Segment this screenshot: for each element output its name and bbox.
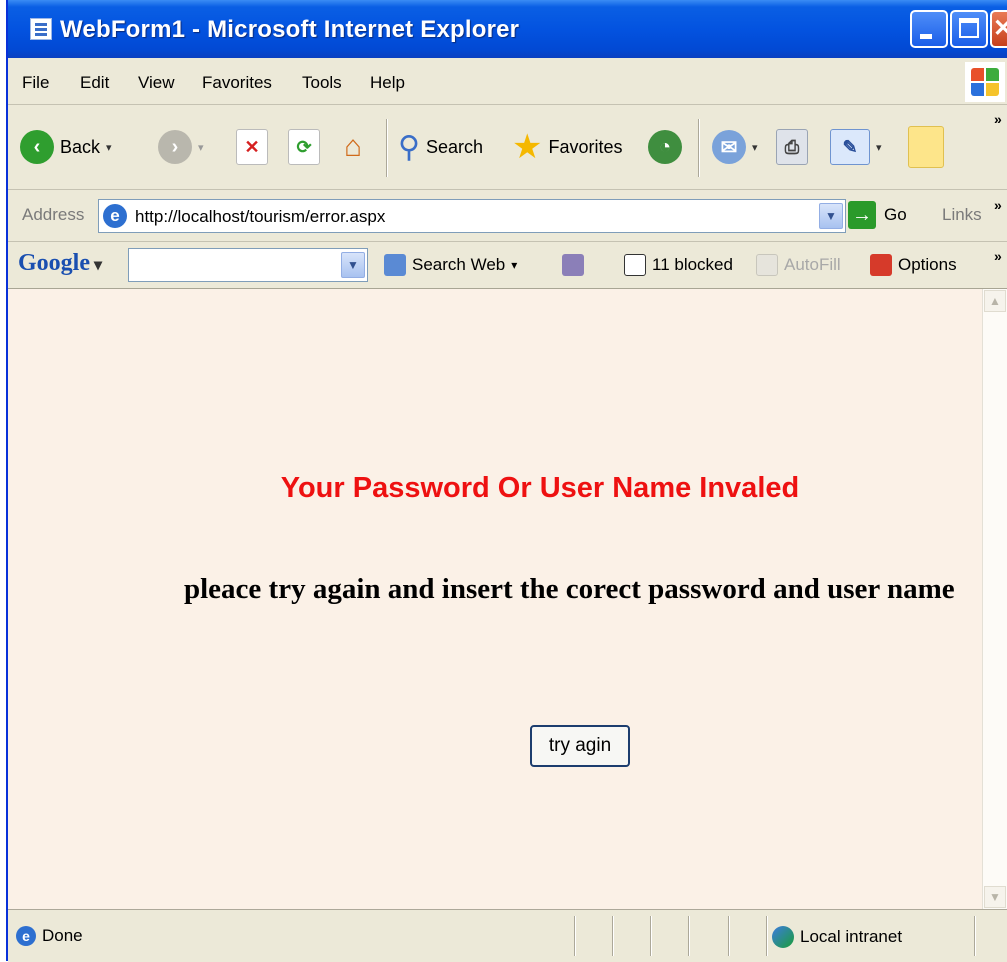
favorites-button[interactable]: ★ Favorites xyxy=(512,105,623,189)
history-button[interactable]: ◔ xyxy=(648,105,682,189)
autofill-icon xyxy=(756,254,778,276)
chevron-down-icon[interactable]: ▾ xyxy=(752,141,758,154)
links-button[interactable]: Links xyxy=(942,205,982,225)
mail-icon: ✉ xyxy=(712,130,746,164)
address-dropdown-button[interactable]: ▼ xyxy=(819,203,843,229)
status-text-area: e Done xyxy=(16,926,83,946)
links-overflow-icon[interactable]: » xyxy=(994,197,1002,213)
title-bar[interactable]: WebForm1 - Microsoft Internet Explorer xyxy=(8,0,1007,58)
menu-favorites[interactable]: Favorites xyxy=(202,73,272,93)
history-icon: ◔ xyxy=(648,130,682,164)
search-web-icon xyxy=(384,254,406,276)
stop-button[interactable]: ✕ xyxy=(236,105,268,189)
menu-tools[interactable]: Tools xyxy=(302,73,342,93)
ie-status-icon: e xyxy=(16,926,36,946)
error-title: Your Password Or User Name Invaled xyxy=(280,472,800,504)
refresh-button[interactable]: ⟳ xyxy=(288,105,320,189)
go-arrow-icon: → xyxy=(848,201,876,229)
status-bar: e Done Local intranet xyxy=(8,909,1007,962)
options-button[interactable]: Options xyxy=(870,254,957,276)
intranet-zone-icon xyxy=(772,926,794,948)
security-zone: Local intranet xyxy=(772,926,902,948)
search-label: Search xyxy=(425,136,484,157)
forward-button[interactable]: › ▾ xyxy=(158,105,204,189)
search-button[interactable]: ⚲ Search xyxy=(398,105,483,189)
mail-button[interactable]: ✉ ▾ xyxy=(712,105,758,189)
try-again-button[interactable]: try agin xyxy=(530,725,630,767)
address-label: Address xyxy=(22,205,85,224)
favorites-label: Favorites xyxy=(548,136,623,157)
chevron-down-icon[interactable]: ▾ xyxy=(876,141,882,154)
home-button[interactable]: ⌂ xyxy=(338,105,368,189)
search-icon: ⚲ xyxy=(398,130,420,164)
maximize-button[interactable] xyxy=(950,10,988,48)
popup-blocker-button[interactable]: 11 blocked xyxy=(624,254,733,276)
note-icon xyxy=(908,126,944,168)
home-icon: ⌂ xyxy=(343,130,363,163)
chevron-down-icon: ▾ xyxy=(198,141,204,154)
refresh-icon: ⟳ xyxy=(288,129,320,165)
google-toolbar: Google ▾ ▼ Search Web ▾ 11 blocked AutoF… xyxy=(8,242,1007,289)
back-button[interactable]: ‹ Back ▾ xyxy=(20,105,112,189)
address-url[interactable]: http://localhost/tourism/error.aspx xyxy=(135,207,385,227)
forward-arrow-icon: › xyxy=(158,130,192,164)
menu-bar: File Edit View Favorites Tools Help xyxy=(8,60,1007,105)
star-icon: ★ xyxy=(512,128,543,166)
menu-file[interactable]: File xyxy=(22,73,49,93)
messenger-button[interactable] xyxy=(908,105,944,189)
address-bar: Address e http://localhost/tourism/error… xyxy=(8,191,1007,242)
zone-label: Local intranet xyxy=(800,927,903,946)
scroll-down-icon[interactable]: ▼ xyxy=(984,886,1006,908)
chevron-down-icon[interactable]: ▾ xyxy=(511,258,517,272)
ie-page-icon: e xyxy=(103,204,127,228)
search-web-button[interactable]: Search Web ▾ xyxy=(384,254,517,276)
status-text: Done xyxy=(42,926,83,945)
google-logo[interactable]: Google ▾ xyxy=(18,250,102,277)
autofill-button[interactable]: AutoFill xyxy=(756,254,841,276)
options-icon xyxy=(870,254,892,276)
pagerank-icon xyxy=(562,254,584,276)
google-search-input[interactable]: ▼ xyxy=(128,248,368,282)
pagerank-button[interactable] xyxy=(562,254,584,276)
stop-icon: ✕ xyxy=(236,129,268,165)
browser-window: WebForm1 - Microsoft Internet Explorer F… xyxy=(6,0,1007,962)
edit-button[interactable]: ✎ ▾ xyxy=(830,105,882,189)
go-button[interactable]: → Go xyxy=(848,201,907,229)
google-search-dropdown-button[interactable]: ▼ xyxy=(341,252,365,278)
back-arrow-icon: ‹ xyxy=(20,130,54,164)
popup-blocked-icon xyxy=(624,254,646,276)
printer-icon: ⎙ xyxy=(776,129,808,165)
toolbar-overflow-icon[interactable]: » xyxy=(994,111,1002,127)
error-message: pleace try again and insert the corect p… xyxy=(184,573,955,605)
standard-toolbar: ‹ Back ▾ › ▾ ✕ ⟳ ⌂ ⚲ Search ★ Favorites … xyxy=(8,105,1007,190)
windows-logo-icon xyxy=(965,62,1005,102)
menu-view[interactable]: View xyxy=(138,73,175,93)
window-title: WebForm1 - Microsoft Internet Explorer xyxy=(60,16,520,43)
scroll-up-icon[interactable]: ▲ xyxy=(984,290,1006,312)
google-overflow-icon[interactable]: » xyxy=(994,248,1002,264)
page-icon xyxy=(30,18,52,40)
back-label: Back xyxy=(60,136,101,157)
menu-help[interactable]: Help xyxy=(370,73,405,93)
menu-edit[interactable]: Edit xyxy=(80,73,109,93)
page-content: Your Password Or User Name Invaled pleac… xyxy=(8,289,982,909)
chevron-down-icon[interactable]: ▾ xyxy=(106,141,112,154)
close-button[interactable] xyxy=(990,10,1007,48)
go-label: Go xyxy=(884,205,907,224)
minimize-button[interactable] xyxy=(910,10,948,48)
edit-page-icon: ✎ xyxy=(830,129,870,165)
vertical-scrollbar[interactable]: ▲ ▼ xyxy=(982,289,1007,909)
address-input[interactable]: e http://localhost/tourism/error.aspx ▼ xyxy=(98,199,846,233)
print-button[interactable]: ⎙ xyxy=(776,105,808,189)
